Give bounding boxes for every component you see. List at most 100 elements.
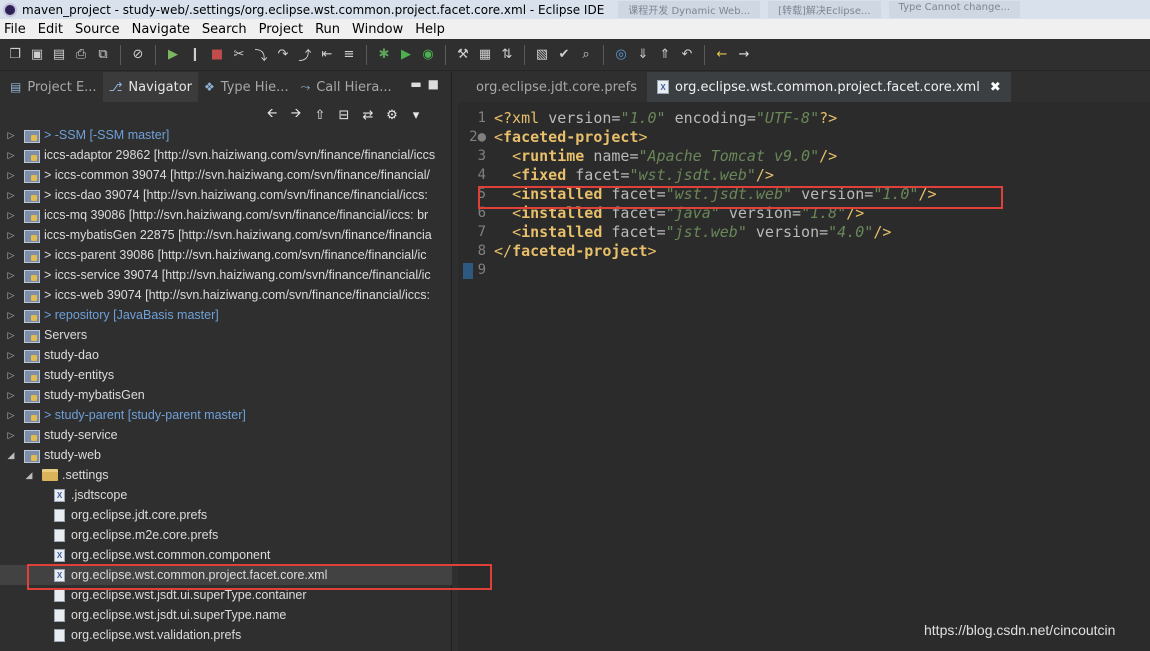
tab-navigator[interactable]: ⎇ Navigator	[102, 72, 199, 102]
step-into-icon[interactable]: ⤵	[252, 46, 270, 64]
collapse-arrow-icon[interactable]: ▷	[6, 190, 16, 201]
save-icon[interactable]: ▣	[28, 46, 46, 64]
collapse-arrow-icon[interactable]: ▷	[6, 270, 16, 281]
previous-annotation-icon[interactable]: ⇑	[656, 46, 674, 64]
collapse-arrow-icon[interactable]: ▷	[6, 430, 16, 441]
file-node[interactable]: org.eclipse.wst.validation.prefs	[0, 625, 452, 645]
menu-source[interactable]: Source	[75, 22, 120, 37]
collapse-arrow-icon[interactable]: ▷	[6, 230, 16, 241]
project-node[interactable]: ▷ > iccs-web 39074 [http://svn.haiziwang.…	[0, 285, 452, 305]
link-with-editor-icon[interactable]: ⇄	[358, 105, 378, 125]
file-node[interactable]: Xorg.eclipse.wst.common.project.facet.co…	[0, 565, 452, 585]
open-type-icon[interactable]: ▧	[533, 46, 551, 64]
collapse-arrow-icon[interactable]: ▷	[6, 250, 16, 261]
project-node[interactable]: ▷ study-dao	[0, 345, 452, 365]
link-icon[interactable]: ⧉	[94, 46, 112, 64]
project-node[interactable]: ▷ iccs-mq 39086 [http://svn.haiziwang.com…	[0, 205, 452, 225]
collapse-arrow-icon[interactable]: ▷	[6, 330, 16, 341]
next-annotation-icon[interactable]: ⇓	[634, 46, 652, 64]
project-node[interactable]: ▷ > iccs-common 39074 [http://svn.haiziwa…	[0, 165, 452, 185]
project-node[interactable]: ▷ > iccs-dao 39074 [http://svn.haiziwang.…	[0, 185, 452, 205]
project-node[interactable]: ▷ > iccs-parent 39086 [http://svn.haiziwa…	[0, 245, 452, 265]
project-node[interactable]: ▷ iccs-adaptor 29862 [http://svn.haiziwan…	[0, 145, 452, 165]
collapse-all-icon[interactable]: ⊟	[334, 105, 354, 125]
resume-icon[interactable]: ▶	[164, 46, 182, 64]
collapse-arrow-icon[interactable]: ▷	[6, 210, 16, 221]
close-icon[interactable]: ✖	[990, 80, 1001, 95]
file-node[interactable]: X .jsdtscope	[0, 485, 452, 505]
collapse-arrow-icon[interactable]: ▷	[6, 290, 16, 301]
collapse-arrow-icon[interactable]: ▷	[6, 170, 16, 181]
code-editor[interactable]: 1 <?xml version="1.0" encoding="UTF-8"?> 2…	[458, 108, 1150, 651]
forward-icon[interactable]: →	[735, 46, 753, 64]
debug-icon[interactable]: ✱	[375, 46, 393, 64]
project-node[interactable]: ▷ Servers	[0, 325, 452, 345]
step-over-icon[interactable]: ↷	[274, 46, 292, 64]
file-node[interactable]: org.eclipse.wst.jsdt.ui.superType.contai…	[0, 585, 452, 605]
menu-search[interactable]: Search	[202, 22, 247, 37]
file-node[interactable]: org.eclipse.wst.jsdt.ui.superType.name	[0, 605, 452, 625]
external-tools-icon[interactable]: ⚒	[454, 46, 472, 64]
filter-icon[interactable]: ⚙	[382, 105, 402, 125]
project-node[interactable]: ▷ > study-parent [study-parent master]	[0, 405, 452, 425]
project-node[interactable]: ▷ study-service	[0, 425, 452, 445]
menu-navigate[interactable]: Navigate	[132, 22, 190, 37]
project-node[interactable]: ▷ > -SSM [-SSM master]	[0, 125, 452, 145]
open-task-icon[interactable]: ✔	[555, 46, 573, 64]
expand-arrow-icon[interactable]: ◢	[6, 450, 16, 461]
drop-frame-icon[interactable]: ⇤	[318, 46, 336, 64]
collapse-arrow-icon[interactable]: ▷	[6, 350, 16, 361]
collapse-arrow-icon[interactable]: ▷	[6, 150, 16, 161]
skip-breakpoints-icon[interactable]: ⊘	[129, 46, 147, 64]
new-icon[interactable]: ❐	[6, 46, 24, 64]
editor-tab[interactable]: Xorg.eclipse.wst.common.project.facet.co…	[647, 72, 1011, 102]
print-icon[interactable]: ⎙	[72, 46, 90, 64]
publish-icon[interactable]: ⇅	[498, 46, 516, 64]
search-icon[interactable]: ⌕	[577, 46, 595, 64]
up-folder-icon[interactable]: ⇧	[310, 105, 330, 125]
expand-arrow-icon[interactable]: ◢	[24, 470, 34, 481]
back-icon[interactable]: ←	[713, 46, 731, 64]
disconnect-icon[interactable]: ✂	[230, 46, 248, 64]
tab-type-hie[interactable]: ❖ Type Hie...	[198, 72, 295, 102]
globe-icon[interactable]: ◎	[612, 46, 630, 64]
collapse-arrow-icon[interactable]: ▷	[6, 130, 16, 141]
save-all-icon[interactable]: ▤	[50, 46, 68, 64]
collapse-arrow-icon[interactable]: ▷	[6, 310, 16, 321]
project-node[interactable]: ▷ > repository [JavaBasis master]	[0, 305, 452, 325]
file-node[interactable]: org.eclipse.m2e.core.prefs	[0, 525, 452, 545]
folder-node[interactable]: ◢ .settings	[0, 465, 452, 485]
step-return-icon[interactable]: ⤴	[296, 46, 314, 64]
back-arrow-icon[interactable]: 🡨	[262, 105, 282, 125]
project-node[interactable]: ▷ iccs-mybatisGen 22875 [http://svn.haizi…	[0, 225, 452, 245]
terminate-icon[interactable]: ■	[208, 46, 226, 64]
new-server-icon[interactable]: ▦	[476, 46, 494, 64]
collapse-arrow-icon[interactable]: ▷	[6, 390, 16, 401]
forward-arrow-icon[interactable]: 🡪	[286, 105, 306, 125]
project-node[interactable]: ▷ > iccs-service 39074 [http://svn.haiziw…	[0, 265, 452, 285]
menu-project[interactable]: Project	[259, 22, 303, 37]
collapse-arrow-icon[interactable]: ▷	[6, 410, 16, 421]
menu-run[interactable]: Run	[315, 22, 340, 37]
view-menu-icon[interactable]: ▾	[406, 105, 426, 125]
tab-project-e[interactable]: ▤ Project E...	[4, 72, 103, 102]
minimize-icon[interactable]: ▬	[410, 77, 421, 91]
maximize-icon[interactable]: ■	[428, 77, 439, 91]
file-node[interactable]: Xorg.eclipse.wst.common.component	[0, 545, 452, 565]
run-icon[interactable]: ▶	[397, 46, 415, 64]
menu-file[interactable]: File	[4, 22, 26, 37]
project-node[interactable]: ▷ study-mybatisGen	[0, 385, 452, 405]
suspend-icon[interactable]: ❙	[186, 46, 204, 64]
file-node[interactable]: org.eclipse.jdt.core.prefs	[0, 505, 452, 525]
collapse-arrow-icon[interactable]: ▷	[6, 370, 16, 381]
coverage-icon[interactable]: ◉	[419, 46, 437, 64]
tab-call-hiera[interactable]: ⤳ Call Hiera...	[295, 72, 398, 102]
last-edit-icon[interactable]: ↶	[678, 46, 696, 64]
menu-window[interactable]: Window	[352, 22, 403, 37]
menu-help[interactable]: Help	[415, 22, 445, 37]
project-node[interactable]: ▷ study-entitys	[0, 365, 452, 385]
project-node[interactable]: ◢ study-web	[0, 445, 452, 465]
use-step-filters-icon[interactable]: ≡	[340, 46, 358, 64]
editor-tab[interactable]: org.eclipse.jdt.core.prefs	[458, 72, 647, 102]
menu-edit[interactable]: Edit	[38, 22, 63, 37]
